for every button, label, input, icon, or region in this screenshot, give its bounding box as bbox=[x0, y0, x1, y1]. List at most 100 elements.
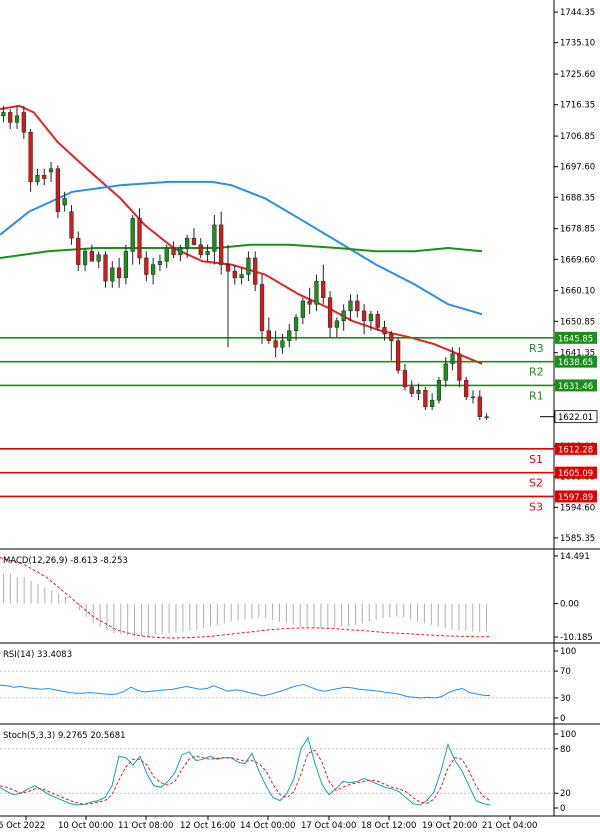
candle-body bbox=[157, 261, 163, 265]
price-tick-label: 1688.35 bbox=[560, 193, 595, 203]
rsi-line bbox=[0, 683, 491, 699]
price-axis: 1744.35 1735.10 1725.60 1716.35 1706.85 1697.… bbox=[554, 8, 595, 544]
candle-body bbox=[14, 115, 20, 123]
time-tick-label: 19 Oct 20:00 bbox=[422, 821, 477, 831]
candle-body bbox=[55, 168, 60, 212]
stoch-signal-line bbox=[0, 749, 491, 805]
last-price-label: 1622.01 bbox=[558, 413, 593, 423]
level-name-label: S1 bbox=[529, 453, 543, 466]
candle-body bbox=[389, 333, 394, 341]
candle-body bbox=[76, 237, 81, 265]
candle-body bbox=[191, 237, 197, 245]
price-tick-label: 1697.60 bbox=[560, 163, 595, 173]
time-axis: 6 Oct 2022 10 Oct 00:00 11 Oct 08:00 12 Oct… bbox=[0, 816, 537, 831]
candle-body bbox=[35, 175, 40, 183]
candle-body bbox=[457, 353, 462, 381]
candle-body bbox=[171, 247, 176, 255]
level-name-label: R3 bbox=[529, 342, 544, 355]
candle-body bbox=[443, 363, 448, 381]
candle-body bbox=[96, 254, 101, 262]
candle-body bbox=[205, 251, 210, 255]
time-tick-label: 17 Oct 04:00 bbox=[301, 821, 356, 831]
level-value-label: 1597.89 bbox=[558, 493, 593, 503]
candle-body bbox=[48, 168, 54, 173]
candle-body bbox=[123, 251, 129, 279]
stoch-tick-label: 20 bbox=[560, 789, 571, 799]
candle-body bbox=[89, 251, 94, 262]
time-tick-label: 10 Oct 00:00 bbox=[58, 821, 113, 831]
macd-label: MACD(12,26,9) -8.613 -8.253 bbox=[3, 556, 128, 566]
candle-body bbox=[219, 224, 224, 265]
macd-signal-line bbox=[0, 557, 490, 639]
candle-body bbox=[327, 297, 333, 328]
time-tick-label: 11 Oct 08:00 bbox=[118, 821, 173, 831]
candle-body bbox=[423, 390, 428, 408]
candle-body bbox=[259, 284, 265, 331]
candle-body bbox=[116, 267, 122, 279]
candle-body bbox=[375, 313, 380, 328]
candle-body bbox=[82, 251, 88, 265]
candle-body bbox=[185, 237, 190, 249]
stoch-label: Stoch(5,3,3) 9.2765 20.5681 bbox=[3, 731, 126, 741]
level-value-label: 1645.85 bbox=[558, 334, 593, 344]
price-tick-label: 1678.85 bbox=[560, 225, 595, 235]
time-tick-label: 6 Oct 2022 bbox=[0, 821, 45, 831]
candle-body bbox=[396, 340, 401, 371]
rsi-tick-label: 100 bbox=[560, 647, 576, 657]
candle-body bbox=[341, 310, 346, 322]
level-name-label: S2 bbox=[529, 477, 543, 490]
stoch-main-line bbox=[0, 736, 491, 806]
stochastic-panel: 100 80 20 0 bbox=[0, 730, 576, 814]
candle-body bbox=[239, 274, 244, 279]
time-tick-label: 18 Oct 12:00 bbox=[361, 821, 416, 831]
candle-body bbox=[334, 320, 339, 328]
candle-body bbox=[21, 112, 26, 133]
candle-body bbox=[8, 112, 13, 123]
candle-body bbox=[470, 396, 476, 399]
macd-tick-label: -10.185 bbox=[560, 633, 593, 643]
stoch-tick-label: 0 bbox=[560, 804, 565, 814]
level-value-label: 1638.65 bbox=[558, 358, 593, 368]
price-tick-label: 1725.60 bbox=[560, 70, 595, 80]
level-name-label: R2 bbox=[529, 366, 544, 379]
candle-body bbox=[361, 310, 367, 322]
level-value-label: 1612.28 bbox=[558, 445, 593, 455]
moving-average-line bbox=[0, 180, 483, 316]
candle-body bbox=[1, 112, 6, 117]
candle-body bbox=[144, 257, 149, 275]
macd-tick-label: 0.00 bbox=[560, 600, 579, 610]
candle-body bbox=[212, 224, 217, 252]
candle-body bbox=[137, 218, 142, 259]
time-tick-label: 12 Oct 16:00 bbox=[180, 821, 235, 831]
candle-body bbox=[69, 211, 74, 239]
stoch-tick-label: 100 bbox=[560, 730, 576, 740]
candle-body bbox=[436, 380, 442, 401]
last-price-marker: 1622.01 bbox=[540, 410, 598, 423]
chart-root: 1744.35 1735.10 1725.60 1716.35 1706.85 1697.… bbox=[0, 0, 600, 831]
price-tick-label: 1669.60 bbox=[560, 255, 595, 265]
candle-body bbox=[477, 396, 482, 417]
rsi-tick-label: 0 bbox=[560, 714, 565, 724]
candle-body bbox=[382, 327, 387, 335]
rsi-panel: 100 70 30 0 bbox=[0, 647, 576, 724]
candle-body bbox=[164, 247, 169, 262]
stoch-tick-label: 80 bbox=[560, 745, 571, 755]
candle-body bbox=[266, 330, 271, 341]
candle-body bbox=[62, 198, 67, 206]
candlesticks bbox=[1, 105, 489, 421]
candle-body bbox=[178, 247, 183, 255]
candle-body bbox=[484, 416, 489, 418]
price-tick-label: 1735.10 bbox=[560, 39, 595, 49]
time-tick-label: 14 Oct 00:00 bbox=[240, 821, 295, 831]
price-tick-label: 1585.35 bbox=[560, 534, 595, 544]
candle-body bbox=[416, 390, 421, 394]
price-tick-label: 1744.35 bbox=[560, 8, 595, 18]
candle-body bbox=[273, 340, 278, 348]
candle-body bbox=[409, 386, 414, 394]
candle-body bbox=[110, 267, 115, 282]
candle-body bbox=[198, 244, 203, 255]
price-tick-label: 1594.60 bbox=[560, 503, 595, 513]
macd-tick-label: 14.491 bbox=[560, 552, 590, 562]
candle-body bbox=[103, 254, 108, 282]
candle-body bbox=[464, 380, 469, 398]
